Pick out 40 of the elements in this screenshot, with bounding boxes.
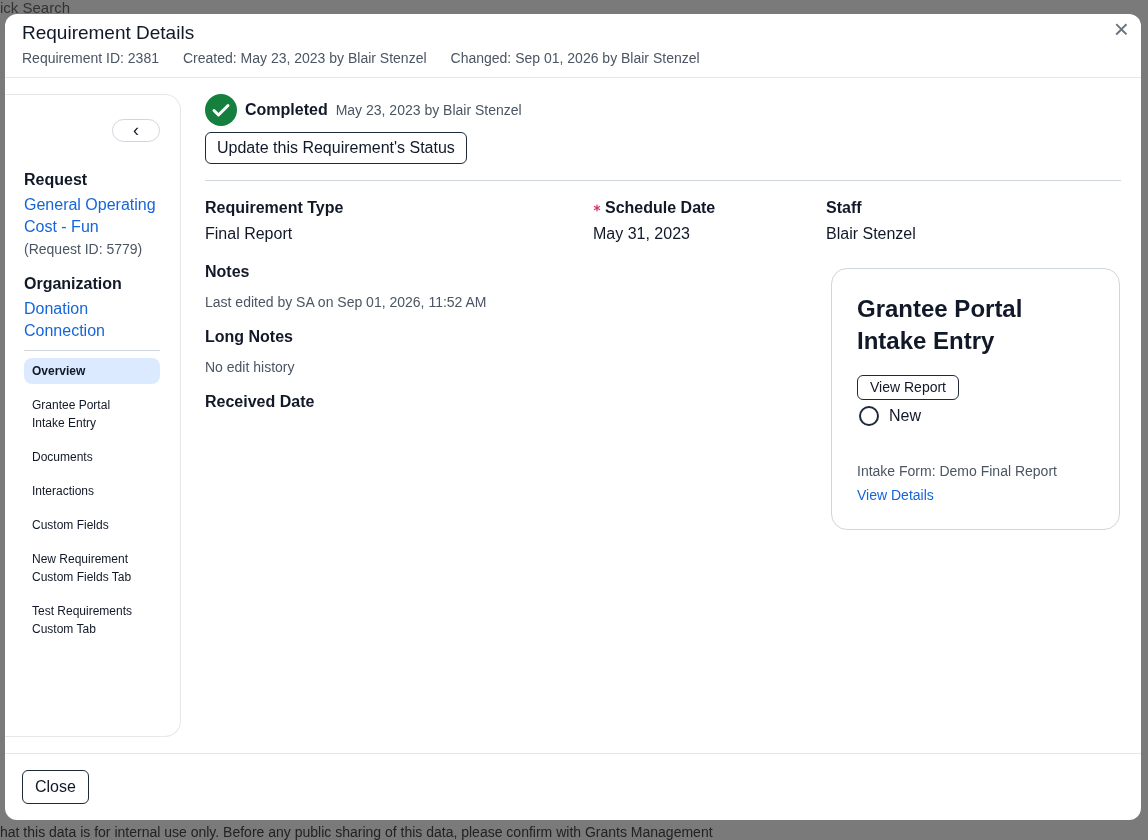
dialog-title: Requirement Details: [22, 21, 195, 45]
view-report-button[interactable]: View Report: [857, 375, 959, 400]
card-title: Grantee Portal Intake Entry: [857, 294, 1024, 356]
field-value: May 31, 2023: [593, 224, 690, 244]
sidebar-item[interactable]: Grantee Portal Intake Entry: [24, 392, 160, 436]
field-label: Staff: [826, 198, 862, 218]
sidebar-item[interactable]: Documents: [24, 444, 160, 470]
radio-label: New: [889, 406, 921, 426]
status-radio[interactable]: [859, 406, 879, 426]
section-heading: Request: [24, 170, 89, 190]
meta-text: Requirement ID: 2381: [22, 49, 159, 68]
close-button[interactable]: ×: [1113, 16, 1129, 42]
meta-text: Changed: Sep 01, 2026 by Blair Stenzel: [450, 49, 700, 68]
update-status-button[interactable]: Update this Requirement's Status: [205, 132, 467, 164]
sidebar-item[interactable]: Overview: [24, 358, 160, 384]
notice-text: hat this data is for internal use only. Before any public sharing of this data, please confirm with Grants Management: [0, 824, 713, 840]
close-button[interactable]: Close: [22, 770, 89, 804]
status-detail: May 23, 2023 by Blair Stenzel: [335, 100, 522, 120]
edit-history-text: Last edited by SA on Sep 01, 2026, 11:52 AM: [205, 293, 487, 312]
section-label: Received Date: [205, 392, 315, 412]
edit-history-text: No edit history: [205, 358, 295, 377]
sidebar-item[interactable]: Interactions: [24, 478, 160, 504]
page-title: ick Search: [0, 0, 71, 18]
sidebar-item[interactable]: New Requirement Custom Fields Tab: [24, 546, 160, 590]
section-heading: Organization: [24, 274, 123, 294]
section-label: Long Notes: [205, 327, 293, 347]
intake-form-text: Intake Form: Demo Final Report: [857, 462, 1058, 481]
meta-text: Created: May 23, 2023 by Blair Stenzel: [182, 49, 427, 68]
request-id-text: (Request ID: 5779): [24, 240, 144, 259]
view-details-link[interactable]: View Details: [857, 485, 1094, 506]
sidebar-item[interactable]: Test Requirements Custom Tab: [24, 598, 160, 642]
field-value: Final Report: [205, 224, 293, 244]
organization-link[interactable]: Donation Connection: [24, 298, 160, 342]
field-value: Blair Stenzel: [826, 224, 916, 244]
field-label: Requirement Type: [205, 198, 344, 218]
status-label: Completed: [245, 100, 328, 120]
section-label: Notes: [205, 262, 250, 282]
request-link[interactable]: General Operating Cost - Fun: [24, 194, 160, 238]
sidebar-item[interactable]: Custom Fields: [24, 512, 160, 538]
field-label: Schedule Date: [605, 198, 716, 218]
